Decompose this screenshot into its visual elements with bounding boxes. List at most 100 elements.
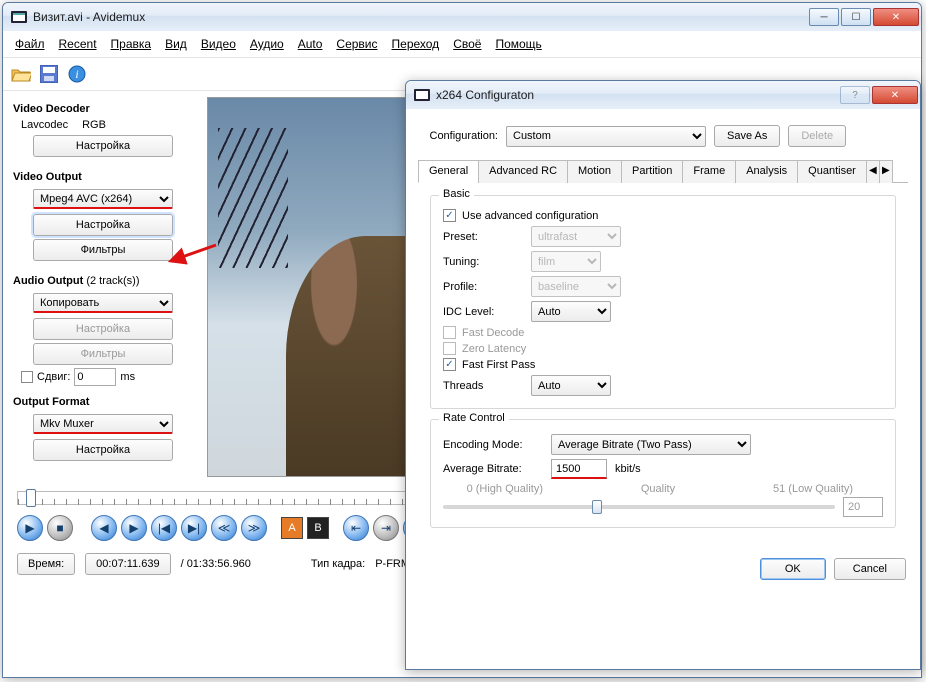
delete-button: Delete bbox=[788, 125, 846, 147]
threads-select[interactable]: Auto bbox=[531, 375, 611, 396]
goto-a-button[interactable]: ⇤ bbox=[343, 515, 369, 541]
rate-control-group: Rate Control Encoding Mode:Average Bitra… bbox=[430, 419, 896, 528]
time-total: / 01:33:56.960 bbox=[181, 558, 251, 570]
muxer-settings-button[interactable]: Настройка bbox=[33, 439, 173, 461]
open-icon[interactable] bbox=[9, 62, 33, 86]
tab-scroll-right[interactable]: ▶ bbox=[879, 160, 893, 183]
avg-bitrate-input[interactable] bbox=[551, 459, 607, 479]
goto-b-button[interactable]: ⇥ bbox=[373, 515, 399, 541]
svg-text:i: i bbox=[75, 67, 78, 81]
rewind-button[interactable]: ≪ bbox=[211, 515, 237, 541]
frame-type-label: Тип кадра: bbox=[311, 558, 365, 570]
profile-select: baseline bbox=[531, 276, 621, 297]
video-output-title: Video Output bbox=[13, 171, 203, 183]
preset-label: Preset: bbox=[443, 231, 523, 243]
menu-goto[interactable]: Переход bbox=[386, 35, 446, 53]
video-decoder-title: Video Decoder bbox=[13, 103, 203, 115]
config-select[interactable]: Custom bbox=[506, 126, 706, 147]
tab-partition[interactable]: Partition bbox=[621, 160, 683, 183]
marker-b-button[interactable]: B bbox=[307, 517, 329, 539]
idc-select[interactable]: Auto bbox=[531, 301, 611, 322]
video-settings-button[interactable]: Настройка bbox=[33, 214, 173, 236]
time-value[interactable]: 00:07:11.639 bbox=[85, 553, 170, 575]
use-advanced-label: Use advanced configuration bbox=[462, 210, 598, 222]
muxer-select[interactable]: Mkv Muxer bbox=[33, 414, 173, 434]
save-icon[interactable] bbox=[37, 62, 61, 86]
quality-slider-thumb[interactable] bbox=[592, 500, 602, 514]
menu-view[interactable]: Вид bbox=[159, 35, 193, 53]
menu-edit[interactable]: Правка bbox=[105, 35, 158, 53]
quality-slider[interactable] bbox=[443, 505, 835, 509]
maximize-button[interactable]: ☐ bbox=[841, 8, 871, 26]
fast-first-label: Fast First Pass bbox=[462, 359, 535, 371]
shift-value-input[interactable] bbox=[74, 368, 116, 386]
annotation-arrow bbox=[178, 243, 218, 263]
minimize-button[interactable]: ─ bbox=[809, 8, 839, 26]
preset-select: ultrafast bbox=[531, 226, 621, 247]
save-as-button[interactable]: Save As bbox=[714, 125, 780, 147]
tab-quantiser[interactable]: Quantiser bbox=[797, 160, 867, 183]
prev-key-button[interactable]: |◀ bbox=[151, 515, 177, 541]
video-codec-select[interactable]: Mpeg4 AVC (x264) bbox=[33, 189, 173, 209]
fast-first-checkbox[interactable]: ✓ bbox=[443, 358, 456, 371]
dialog-help-button: ? bbox=[840, 86, 870, 104]
play-button[interactable]: ▶ bbox=[17, 515, 43, 541]
ok-button[interactable]: OK bbox=[760, 558, 826, 580]
tab-analysis[interactable]: Analysis bbox=[735, 160, 798, 183]
tab-frame[interactable]: Frame bbox=[682, 160, 736, 183]
tab-motion[interactable]: Motion bbox=[567, 160, 622, 183]
audio-filters-button[interactable]: Фильтры bbox=[33, 343, 173, 365]
audio-settings-button[interactable]: Настройка bbox=[33, 318, 173, 340]
menu-custom[interactable]: Своё bbox=[447, 35, 487, 53]
menu-video[interactable]: Видео bbox=[195, 35, 242, 53]
marker-a-button[interactable]: A bbox=[281, 517, 303, 539]
fast-decode-label: Fast Decode bbox=[462, 327, 524, 339]
zero-latency-label: Zero Latency bbox=[462, 343, 526, 355]
shift-unit: ms bbox=[120, 371, 135, 383]
close-button[interactable]: ✕ bbox=[873, 8, 919, 26]
next-frame-button[interactable]: ▶ bbox=[121, 515, 147, 541]
menu-auto[interactable]: Auto bbox=[292, 35, 329, 53]
menu-file[interactable]: Файл bbox=[9, 35, 51, 53]
encoding-mode-select[interactable]: Average Bitrate (Two Pass) bbox=[551, 434, 751, 455]
decoder-settings-button[interactable]: Настройка bbox=[33, 135, 173, 157]
tab-scroll-left[interactable]: ◀ bbox=[866, 160, 880, 183]
audio-mode-select[interactable]: Копировать bbox=[33, 293, 173, 313]
zero-latency-checkbox bbox=[443, 342, 456, 355]
timeline-playhead[interactable] bbox=[26, 489, 36, 507]
basic-group: Basic ✓Use advanced configuration Preset… bbox=[430, 195, 896, 409]
idc-label: IDC Level: bbox=[443, 306, 523, 318]
x264-config-dialog: x264 Configuraton ? ✕ Configuration: Cus… bbox=[405, 80, 921, 670]
stop-button[interactable]: ■ bbox=[47, 515, 73, 541]
video-filters-button[interactable]: Фильтры bbox=[33, 239, 173, 261]
shift-label: Сдвиг: bbox=[37, 371, 70, 383]
prev-frame-button[interactable]: ◀ bbox=[91, 515, 117, 541]
main-titlebar[interactable]: Визит.avi - Avidemux ─ ☐ ✕ bbox=[3, 3, 921, 31]
time-label: Время: bbox=[17, 553, 75, 575]
quality-high-label: 51 (Low Quality) bbox=[773, 483, 883, 495]
use-advanced-checkbox[interactable]: ✓ bbox=[443, 209, 456, 222]
tab-general-pane: Basic ✓ Use advanced configuration Preset… bbox=[418, 183, 908, 542]
tab-general[interactable]: General bbox=[418, 160, 479, 183]
fast-decode-checkbox bbox=[443, 326, 456, 339]
dialog-title: x264 Configuraton bbox=[436, 88, 840, 102]
quality-mid-label: Quality bbox=[551, 483, 765, 495]
dialog-titlebar[interactable]: x264 Configuraton ? ✕ bbox=[406, 81, 920, 109]
dialog-icon bbox=[414, 87, 430, 103]
dialog-tabs: General Advanced RC Motion Partition Fra… bbox=[418, 159, 908, 183]
menu-help[interactable]: Помощь bbox=[489, 35, 547, 53]
menu-recent[interactable]: Recent bbox=[53, 35, 103, 53]
dialog-close-button[interactable]: ✕ bbox=[872, 86, 918, 104]
quality-low-label: 0 (High Quality) bbox=[443, 483, 543, 495]
next-key-button[interactable]: ▶| bbox=[181, 515, 207, 541]
forward-button[interactable]: ≫ bbox=[241, 515, 267, 541]
cancel-button[interactable]: Cancel bbox=[834, 558, 906, 580]
menu-tools[interactable]: Сервис bbox=[330, 35, 383, 53]
menu-bar: Файл Recent Правка Вид Видео Аудио Auto … bbox=[3, 31, 921, 58]
basic-legend: Basic bbox=[439, 188, 474, 200]
menu-audio[interactable]: Аудио bbox=[244, 35, 290, 53]
shift-checkbox[interactable] bbox=[21, 371, 33, 383]
tab-advanced-rc[interactable]: Advanced RC bbox=[478, 160, 568, 183]
quality-value-input bbox=[843, 497, 883, 517]
info-icon[interactable]: i bbox=[65, 62, 89, 86]
